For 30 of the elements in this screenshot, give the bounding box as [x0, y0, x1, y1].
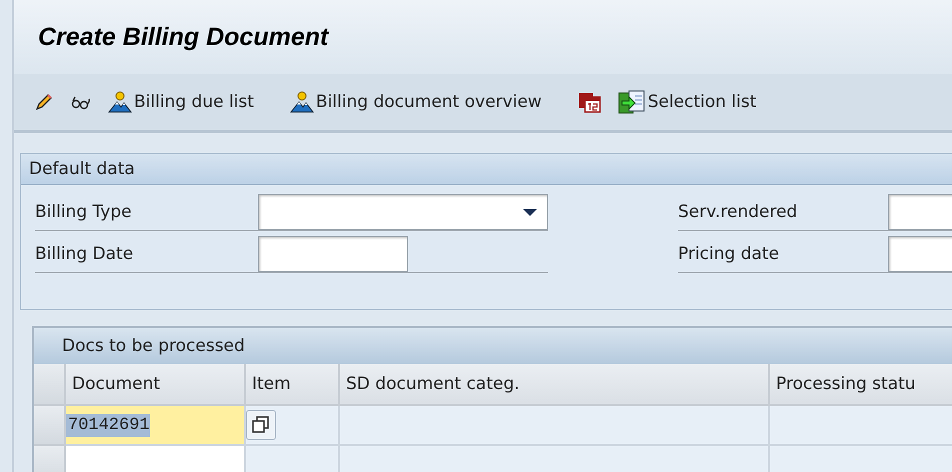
table-cell[interactable] [246, 406, 340, 446]
input-field[interactable] [258, 236, 408, 272]
toolbar-button[interactable]: Selection list [618, 90, 756, 114]
row-selector[interactable] [34, 406, 66, 446]
pencil-icon[interactable] [34, 92, 54, 112]
document-number: 70142691 [66, 414, 150, 436]
field-label: Billing Date [35, 244, 134, 266]
column-header[interactable]: Processing statu [770, 364, 952, 406]
select-all-button[interactable] [34, 364, 66, 406]
toolbar-button[interactable]: Billing due list [108, 91, 254, 113]
dropdown-field[interactable] [258, 194, 548, 230]
calendar-icon[interactable] [578, 91, 602, 113]
group-title: Default data [21, 154, 952, 185]
copy-icon [252, 416, 270, 434]
field-label: Serv.rendered [678, 202, 798, 224]
column-header[interactable]: Document [66, 364, 246, 406]
table-title: Docs to be processed [34, 328, 952, 364]
column-header[interactable]: Item [246, 364, 340, 406]
table-cell[interactable] [340, 406, 770, 446]
column-header[interactable]: SD document categ. [340, 364, 770, 406]
person-mountain-icon [290, 91, 314, 113]
field-label: Pricing date [678, 244, 780, 266]
toolbar-button[interactable]: Billing document overview [290, 91, 542, 113]
selection-icon [618, 90, 646, 114]
table-cell[interactable] [770, 406, 952, 446]
person-mountain-icon [108, 91, 132, 113]
document-cell[interactable]: 70142691 [66, 406, 246, 446]
caret-icon[interactable] [523, 208, 537, 216]
field-label: Billing Type [35, 202, 133, 224]
copy-button[interactable] [246, 410, 276, 440]
